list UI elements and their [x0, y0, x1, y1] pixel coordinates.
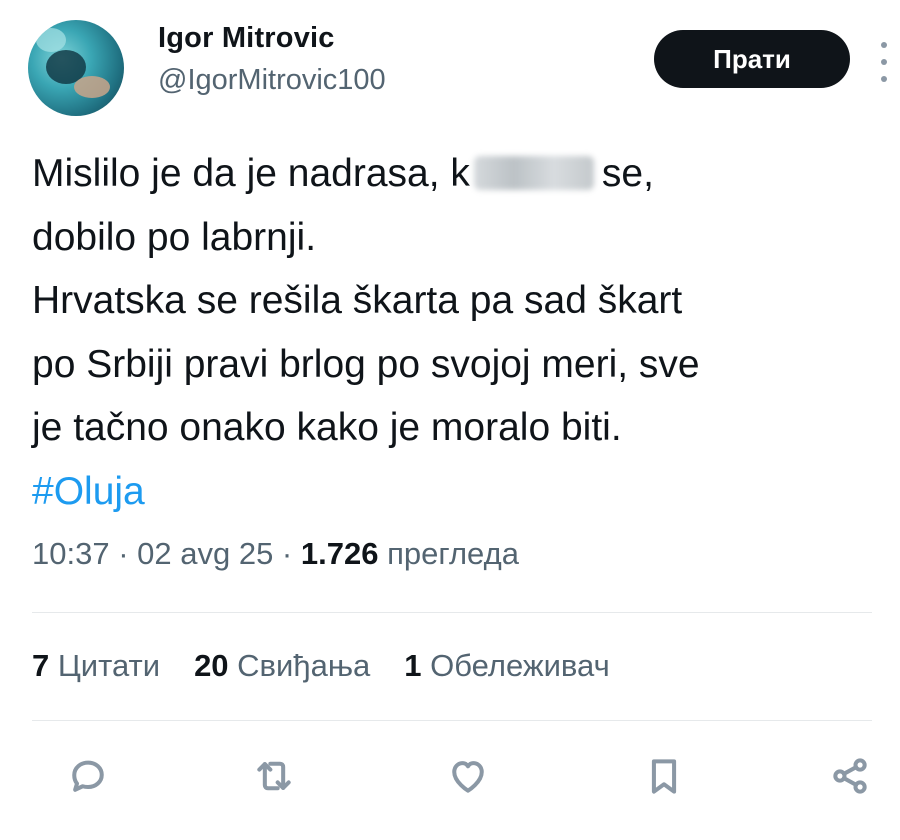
- author-handle[interactable]: @IgorMitrovic100: [158, 64, 386, 97]
- follow-button[interactable]: Прати: [654, 30, 850, 88]
- author-name[interactable]: Igor Mitrovic: [158, 22, 335, 55]
- views-count: 1.726: [300, 536, 379, 571]
- share-icon[interactable]: [822, 748, 878, 804]
- more-icon[interactable]: [874, 42, 894, 82]
- bookmarks-stat[interactable]: 1 Обележивач: [404, 648, 609, 684]
- tweet-header: Igor Mitrovic @IgorMitrovic100 Прати: [28, 18, 888, 118]
- tweet-line-3: Hrvatska se rešila škarta pa sad škart: [32, 279, 683, 322]
- heart-icon[interactable]: [440, 748, 496, 804]
- divider: [32, 612, 872, 613]
- action-bar: [60, 748, 868, 804]
- tweet-text: Mislilo je da je nadrasa, k se, dobilo po…: [32, 142, 872, 523]
- tweet-meta: 10:37 · 02 avg 25 · 1.726 прегледа: [32, 536, 519, 571]
- tweet-line-2: dobilo po labrnji.: [32, 215, 317, 259]
- likes-stat[interactable]: 20 Свиђања: [194, 648, 370, 684]
- hashtag-link[interactable]: #Oluja: [32, 470, 145, 513]
- tweet-line-4: po Srbiji pravi brlog po svojoj meri, sv…: [32, 342, 700, 386]
- tweet-stats: 7 Цитати 20 Свиђања 1 Обележивач: [32, 648, 610, 684]
- censored-word: [473, 156, 594, 190]
- tweet-line-1b: se,: [601, 152, 654, 195]
- retweet-icon[interactable]: [246, 748, 302, 804]
- divider: [32, 720, 872, 721]
- quotes-stat[interactable]: 7 Цитати: [32, 648, 160, 684]
- bookmark-icon[interactable]: [636, 748, 692, 804]
- tweet-time[interactable]: 10:37: [32, 536, 110, 571]
- reply-icon[interactable]: [60, 748, 116, 804]
- tweet-line-1a: Mislilo je da je nadrasa, k: [32, 152, 470, 195]
- avatar[interactable]: [28, 20, 124, 116]
- views-label: прегледа: [387, 536, 519, 571]
- tweet-line-5: je tačno onako kako je moralo biti.: [32, 406, 622, 449]
- tweet-date[interactable]: 02 avg 25: [137, 536, 273, 571]
